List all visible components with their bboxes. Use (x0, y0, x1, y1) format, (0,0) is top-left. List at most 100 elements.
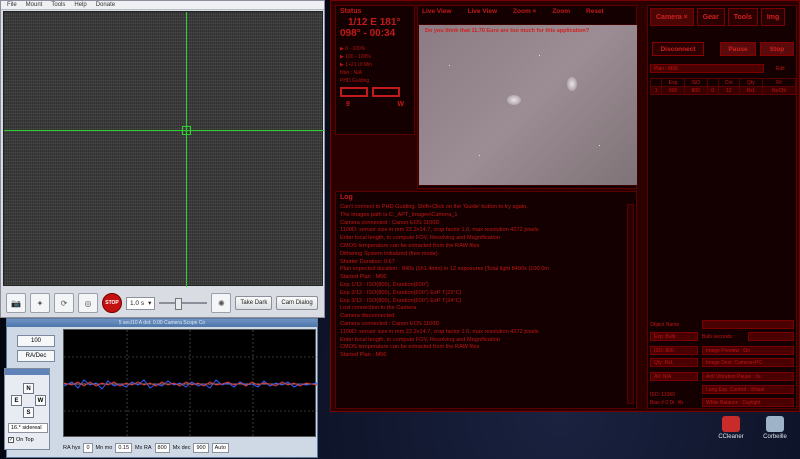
plan-header (649, 78, 663, 87)
status-title: Status (340, 8, 362, 15)
log-line: Exp 1/12 : ISO(800), Duration(600") (340, 281, 429, 288)
exp-bulb-select[interactable]: Exp: Bulb (650, 332, 698, 341)
status-line-2: ▶ 100 - 100% (340, 54, 371, 60)
pause-button[interactable]: Pause (720, 42, 756, 56)
av-select[interactable]: AV: N/A (650, 372, 698, 381)
menu-bar: File Mount Tools Help Donate (1, 1, 324, 10)
qty-select[interactable]: Qty: RxL (650, 358, 698, 367)
live-view-tabs: Live View Live View Zoom × Zoom Reset (418, 6, 636, 17)
stop-plan-button[interactable]: Stop (760, 42, 794, 56)
guide-icon[interactable]: ◎ (78, 293, 98, 313)
status-progress: 1/12 E 181° (348, 17, 401, 28)
ra-hys-field[interactable]: 0 (83, 443, 93, 453)
menu-mount[interactable]: Mount (26, 1, 43, 9)
log-line: Plan expected duration : 840s (1h1.4min)… (340, 266, 549, 273)
mx-dec-field[interactable]: 900 (193, 443, 209, 453)
plan-select[interactable]: Plan : M66 (650, 64, 764, 73)
tab-live-view[interactable]: Live View (468, 8, 498, 15)
status-value: 9 (346, 101, 350, 108)
plan-header: Qty (738, 78, 764, 87)
image-preview-select[interactable]: Image Preview : On (702, 346, 794, 355)
status-time: 098° - 00:34 (340, 28, 396, 39)
plan-cell: 800 (683, 86, 708, 95)
status-line-3: ▶ 1+21 Ul Min (340, 62, 373, 68)
tab-gear[interactable]: Gear (696, 8, 725, 26)
menu-file[interactable]: File (7, 1, 17, 9)
exposure-select[interactable]: 1.0 s ▾ (126, 296, 156, 310)
log-line: Lost connection to the Camera (340, 305, 417, 312)
plan-header: Exp (661, 78, 685, 87)
brain-icon[interactable]: ✺ (211, 293, 232, 313)
auto-select[interactable]: Auto (211, 443, 229, 453)
desktop-icon-ccleaner[interactable]: CCleaner (712, 416, 750, 440)
tab-zoom-x[interactable]: Zoom × (513, 8, 536, 15)
menu-tools[interactable]: Tools (51, 1, 65, 9)
log-line: 1100D: sensor size in mm 22.2x14.7, crop… (340, 227, 539, 234)
menu-help[interactable]: Help (74, 1, 86, 9)
mn-mo-field[interactable]: 0.15 (115, 443, 133, 453)
guiding-window: File Mount Tools Help Donate 📷 ✦ ⟳ ◎ STO… (0, 0, 325, 318)
checkbox-icon: ✓ (8, 437, 14, 443)
image-dest-select[interactable]: Image Dest: Camera+PC (702, 358, 794, 367)
south-button[interactable]: S (23, 407, 34, 418)
plan-cell: 12 (717, 86, 740, 95)
live-view-image[interactable]: Do you think that 11.70 Euro are too muc… (418, 24, 638, 186)
crosshair-horizontal (4, 130, 324, 131)
log-line: Exp 2/12 : ISO(800), Duration(600") ExP … (340, 289, 462, 296)
log-panel: Log Can't connect to PHD Guiding. Shift+… (335, 191, 637, 409)
star (599, 145, 600, 146)
status-panel: Status 1/12 E 181° 098° - 00:34 ▶ 0 - 10… (335, 5, 415, 135)
menu-donate[interactable]: Donate (96, 1, 115, 9)
log-scrollbar[interactable] (627, 204, 634, 404)
edit-plan-button[interactable]: Edit (776, 66, 785, 72)
bulb-seconds-field[interactable] (748, 332, 794, 341)
star (449, 65, 450, 66)
desktop: File Mount Tools Help Donate 📷 ✦ ⟳ ◎ STO… (0, 0, 800, 459)
graph-window: 5 sec/10 A dot: 0.00 Camera Scope Co 100… (6, 318, 318, 458)
cam-dialog-button[interactable]: Cam Dialog (276, 296, 318, 310)
on-top-checkbox[interactable]: ✓ On Top (8, 437, 34, 443)
stop-button[interactable]: STOP (102, 293, 122, 313)
log-line: Camera disconnected (340, 313, 395, 320)
ccleaner-icon (722, 416, 740, 432)
disconnect-button[interactable]: Disconnect (652, 42, 704, 56)
telescope-icon[interactable]: ✦ (30, 293, 50, 313)
log-line: Exp 3/12 : ISO(800), Duration(600") ExP … (340, 297, 462, 304)
star (539, 55, 540, 56)
reset-label[interactable]: Reset (586, 8, 604, 15)
camera-icon[interactable]: 📷 (6, 293, 26, 313)
guide-graph (63, 329, 318, 438)
north-button[interactable]: N (23, 383, 34, 394)
gamma-slider[interactable] (159, 298, 208, 310)
tab-camera[interactable]: Camera × (650, 8, 694, 26)
west-button[interactable]: W (35, 395, 46, 406)
mx-ra-field[interactable]: 800 (154, 443, 170, 453)
plan-row[interactable]: 1 600 800 0 12 RxL NoCfit (649, 86, 796, 95)
galaxy (507, 95, 521, 105)
tab-img[interactable]: Img (760, 8, 786, 26)
indicator-right (372, 87, 400, 97)
long-exp-select[interactable]: Long Exp. Control : Virtual (702, 385, 794, 394)
anti-vibration-select[interactable]: Anti Vibration Pause : 0s (702, 372, 794, 381)
manual-guide-titlebar (5, 369, 49, 375)
object-name-field[interactable] (702, 320, 794, 329)
radec-button[interactable]: RA/Dec (17, 350, 55, 362)
take-dark-button[interactable]: Take Dark (235, 296, 273, 310)
plan-cell: 1 (649, 86, 663, 95)
scale-100-button[interactable]: 100 (17, 335, 55, 347)
mx-ra-label: Mx RA (135, 445, 152, 451)
loop-icon[interactable]: ⟳ (54, 293, 74, 313)
desktop-icon-label: CCleaner (718, 434, 744, 440)
desktop-icon-recycle-bin[interactable]: Corbeille (756, 416, 794, 440)
guide-speed-select[interactable]: 16.* sidereal (8, 423, 48, 433)
indicator-bars (336, 85, 414, 99)
camera-frame[interactable] (3, 11, 324, 287)
tab-tools[interactable]: Tools (727, 8, 758, 26)
on-top-label: On Top (16, 437, 34, 443)
white-balance-select[interactable]: White Balance : Daylight (702, 398, 794, 407)
tab-zoom[interactable]: Zoom (552, 8, 570, 15)
east-button[interactable]: E (11, 395, 22, 406)
iso-small-label: ISO: 11060 (650, 392, 675, 398)
right-tabs: Camera × Gear Tools Img (648, 6, 796, 28)
iso-select[interactable]: ISO: 800 (650, 346, 698, 355)
